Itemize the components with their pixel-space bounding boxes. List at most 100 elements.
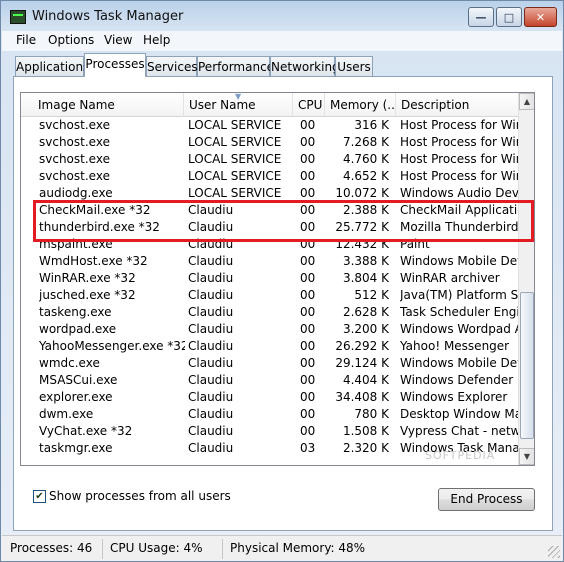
- process-user: Claudiu: [188, 390, 234, 404]
- table-row[interactable]: WinRAR.exe *32 Claudiu 00 3.804 K WinRAR arc…: [21, 270, 518, 287]
- process-user: LOCAL SERVICE: [188, 169, 282, 183]
- process-cpu: 00: [300, 339, 316, 353]
- column-image-name[interactable]: Image Name: [33, 93, 184, 117]
- process-description: Host Process for Window: [400, 118, 518, 132]
- process-memory: 3.200 K: [342, 322, 389, 336]
- table-row[interactable]: jusched.exe *32 Claudiu 00 512 K Java(TM) Pl…: [21, 287, 518, 304]
- process-name: YahooMessenger.exe *32: [39, 339, 185, 353]
- process-memory: 4.404 K: [342, 373, 389, 387]
- status-physical-memory: Physical Memory: 48%: [230, 541, 366, 555]
- process-memory: 2.628 K: [342, 305, 389, 319]
- process-cpu: 00: [300, 152, 316, 166]
- process-name: VyChat.exe *32: [39, 424, 133, 438]
- show-all-users-option[interactable]: ✔ Show processes from all users: [33, 489, 231, 503]
- tab-services[interactable]: Services: [146, 56, 198, 76]
- process-cpu: 03: [300, 441, 316, 455]
- process-user: Claudiu: [188, 356, 234, 370]
- close-button[interactable]: ✕: [524, 7, 557, 27]
- tab-processes[interactable]: Processes: [84, 53, 146, 77]
- process-list[interactable]: Image Name User Name ▼ CPU Memory (... D…: [20, 92, 535, 466]
- end-process-button[interactable]: End Process: [438, 488, 535, 511]
- scroll-up-icon[interactable]: ▲: [519, 93, 534, 110]
- process-cpu: 00: [300, 203, 316, 217]
- tab-users[interactable]: Users: [335, 56, 373, 76]
- process-name: taskeng.exe: [39, 305, 112, 319]
- process-description: Mozilla Thunderbird: [400, 220, 518, 234]
- title-bar[interactable]: Windows Task Manager — □ ✕: [1, 1, 563, 31]
- show-all-users-checkbox[interactable]: ✔: [33, 489, 46, 503]
- process-user: LOCAL SERVICE: [188, 118, 282, 132]
- menu-file[interactable]: File: [16, 33, 36, 47]
- menu-options[interactable]: Options: [48, 33, 94, 47]
- process-memory: 2.388 K: [342, 203, 389, 217]
- table-row[interactable]: mspaint.exe Claudiu 00 12.432 K Paint: [21, 236, 518, 253]
- column-cpu[interactable]: CPU: [293, 93, 325, 117]
- table-row[interactable]: MSASCui.exe Claudiu 00 4.404 K Windows Defen…: [21, 372, 518, 389]
- minimize-button[interactable]: —: [468, 7, 494, 27]
- process-name: audiodg.exe: [39, 186, 113, 200]
- process-name: WmdHost.exe *32: [39, 254, 148, 268]
- table-row[interactable]: taskeng.exe Claudiu 00 2.628 K Task Schedule…: [21, 304, 518, 321]
- table-row[interactable]: svchost.exe LOCAL SERVICE 00 4.652 K Host Pr…: [21, 168, 518, 185]
- process-name: thunderbird.exe *32: [39, 220, 160, 234]
- column-description[interactable]: Description: [396, 93, 518, 117]
- table-row[interactable]: svchost.exe LOCAL SERVICE 00 7.268 K Host Pr…: [21, 134, 518, 151]
- process-description: Task Scheduler Engine: [400, 305, 518, 319]
- table-row[interactable]: VyChat.exe *32 Claudiu 00 1.508 K Vypress Ch…: [21, 423, 518, 440]
- process-memory: 512 K: [354, 288, 389, 302]
- process-description: Host Process for Window: [400, 152, 518, 166]
- tab-applications[interactable]: Applications: [15, 56, 89, 76]
- process-memory: 2.320 K: [342, 441, 389, 455]
- process-description: Windows Mobile Device C: [400, 356, 518, 370]
- process-description: Windows Explorer: [400, 390, 508, 404]
- vertical-scrollbar[interactable]: ▲ ▼: [518, 93, 534, 465]
- resize-grip-icon[interactable]: [548, 546, 560, 558]
- process-user: Claudiu: [188, 441, 234, 455]
- task-manager-window: Windows Task Manager — □ ✕ File Options …: [0, 0, 564, 562]
- process-user: Claudiu: [188, 220, 234, 234]
- scroll-down-icon[interactable]: ▼: [519, 448, 534, 465]
- show-all-users-label: Show processes from all users: [49, 489, 231, 503]
- process-user: Claudiu: [188, 373, 234, 387]
- table-row[interactable]: svchost.exe LOCAL SERVICE 00 316 K Host Proc…: [21, 117, 518, 134]
- table-row[interactable]: wmdc.exe Claudiu 00 29.124 K Windows Mobile …: [21, 355, 518, 372]
- status-bar: Processes: 46 CPU Usage: 4% Physical Mem…: [2, 535, 562, 561]
- maximize-button[interactable]: □: [496, 7, 522, 27]
- process-description: Paint: [400, 237, 430, 251]
- table-row[interactable]: audiodg.exe LOCAL SERVICE 00 10.072 K Window…: [21, 185, 518, 202]
- task-manager-icon: [10, 10, 26, 24]
- process-cpu: 00: [300, 356, 316, 370]
- column-memory[interactable]: Memory (...: [325, 93, 396, 117]
- tab-performance[interactable]: Performance: [197, 56, 274, 76]
- process-user: Claudiu: [188, 322, 234, 336]
- process-name: svchost.exe: [39, 135, 110, 149]
- process-cpu: 00: [300, 373, 316, 387]
- process-user: LOCAL SERVICE: [188, 152, 282, 166]
- process-name: MSASCui.exe: [39, 373, 118, 387]
- menu-help[interactable]: Help: [143, 33, 170, 47]
- process-description: Host Process for Window: [400, 169, 518, 183]
- process-user: Claudiu: [188, 203, 234, 217]
- table-row[interactable]: wordpad.exe Claudiu 00 3.200 K Windows Wordp…: [21, 321, 518, 338]
- process-name: mspaint.exe: [39, 237, 113, 251]
- table-row[interactable]: CheckMail.exe *32 Claudiu 00 2.388 K CheckMa…: [21, 202, 518, 219]
- process-cpu: 00: [300, 271, 316, 285]
- tab-networking[interactable]: Networking: [270, 56, 340, 76]
- process-cpu: 00: [300, 390, 316, 404]
- process-memory: 3.388 K: [342, 254, 389, 268]
- process-user: Claudiu: [188, 305, 234, 319]
- process-name: taskmgr.exe: [39, 441, 113, 455]
- table-row[interactable]: dwm.exe Claudiu 00 780 K Desktop Window Mana…: [21, 406, 518, 423]
- process-user: Claudiu: [188, 288, 234, 302]
- scrollbar-thumb[interactable]: [520, 292, 534, 439]
- table-row[interactable]: explorer.exe Claudiu 00 34.408 K Windows Exp…: [21, 389, 518, 406]
- table-row[interactable]: thunderbird.exe *32 Claudiu 00 25.772 K Mozi…: [21, 219, 518, 236]
- process-user: Claudiu: [188, 407, 234, 421]
- menu-view[interactable]: View: [104, 33, 132, 47]
- table-row[interactable]: WmdHost.exe *32 Claudiu 00 3.388 K Windows M…: [21, 253, 518, 270]
- status-separator: [102, 539, 103, 559]
- process-rows: svchost.exe LOCAL SERVICE 00 316 K Host Proc…: [21, 117, 518, 457]
- table-row[interactable]: YahooMessenger.exe *32 Claudiu 00 26.292 K Y…: [21, 338, 518, 355]
- process-cpu: 00: [300, 135, 316, 149]
- table-row[interactable]: svchost.exe LOCAL SERVICE 00 4.760 K Host Pr…: [21, 151, 518, 168]
